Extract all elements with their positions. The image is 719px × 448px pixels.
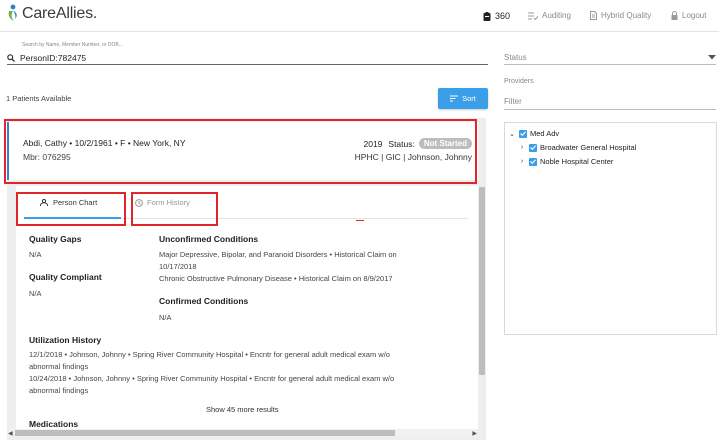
search-input[interactable]: PersonID:782475 bbox=[7, 51, 488, 65]
patient-card[interactable]: Abdi, Cathy • 10/2/1961 • F • New York, … bbox=[7, 122, 478, 180]
nav-hybrid-quality[interactable]: Hybrid Quality bbox=[590, 11, 651, 20]
logo[interactable]: CareAllies. bbox=[7, 4, 97, 23]
expand-caret-icon[interactable]: › bbox=[518, 158, 526, 165]
list-check-icon bbox=[528, 12, 538, 20]
tree-item-label: Broadwater General Hospital bbox=[540, 143, 637, 152]
checkbox-checked-icon[interactable] bbox=[529, 157, 537, 166]
card-accent-bar bbox=[7, 122, 9, 180]
vertical-scrollbar[interactable] bbox=[478, 183, 486, 428]
sort-button[interactable]: Sort bbox=[438, 88, 488, 109]
show-more-link[interactable]: Show 45 more results bbox=[206, 405, 279, 414]
patient-name-line: Abdi, Cathy • 10/2/1961 • F • New York, … bbox=[23, 138, 186, 148]
nav-logout-label: Logout bbox=[682, 11, 707, 20]
utilization-line: abnormal findings bbox=[29, 362, 89, 371]
confirmed-conditions-title: Confirmed Conditions bbox=[159, 296, 249, 306]
tab-form-history-label: Form History bbox=[147, 198, 190, 207]
quality-gaps-title: Quality Gaps bbox=[29, 234, 82, 244]
unconfirmed-conditions-title: Unconfirmed Conditions bbox=[159, 234, 259, 244]
utilization-line: 10/24/2018 • Johnson, Johnny • Spring Ri… bbox=[29, 374, 395, 383]
vertical-scroll-thumb[interactable] bbox=[479, 187, 485, 375]
tree-item-label: Noble Hospital Center bbox=[540, 157, 614, 166]
utilization-line: 12/1/2018 • Johnson, Johnny • Spring Riv… bbox=[29, 350, 390, 359]
top-bar: CareAllies. 360 Auditing Hybrid Quality … bbox=[0, 0, 719, 32]
status-badge: Not Started bbox=[418, 138, 472, 149]
patient-detail-panel: Person Chart Form History Quality Gaps N… bbox=[16, 186, 478, 430]
tree-item-med-adv[interactable]: ⌄ Med Adv bbox=[508, 129, 559, 138]
patient-status: 2019 Status: Not Started bbox=[363, 138, 472, 149]
quality-compliant-title: Quality Compliant bbox=[29, 272, 102, 282]
medications-title: Medications bbox=[29, 419, 79, 429]
collapse-caret-icon[interactable]: ⌄ bbox=[508, 130, 516, 138]
horizontal-scroll-thumb[interactable] bbox=[15, 430, 395, 436]
status-select[interactable]: Status bbox=[504, 51, 716, 65]
tree-item-broadwater[interactable]: › Broadwater General Hospital bbox=[518, 143, 636, 152]
lock-icon bbox=[671, 11, 678, 20]
nav-logout[interactable]: Logout bbox=[671, 11, 706, 20]
search-icon bbox=[7, 53, 15, 62]
search-label: Search by Name, Member Number, or DOB... bbox=[22, 42, 123, 48]
active-tab-indicator bbox=[24, 217, 121, 219]
sort-icon bbox=[450, 95, 459, 102]
filter-input[interactable]: Filter bbox=[504, 97, 716, 110]
status-label: Status: bbox=[388, 138, 415, 149]
scroll-left-arrow-icon[interactable]: ◀ bbox=[8, 430, 13, 437]
unconfirmed-item: Major Depressive, Bipolar, and Paranoid … bbox=[159, 250, 397, 259]
clock-icon bbox=[135, 198, 143, 207]
unconfirmed-item: 10/17/2018 bbox=[159, 262, 197, 271]
careallies-logo-icon bbox=[7, 4, 19, 23]
tree-item-noble[interactable]: › Noble Hospital Center bbox=[518, 157, 614, 166]
tab-person-chart-label: Person Chart bbox=[53, 198, 98, 207]
patient-org-line: HPHC | GIC | Johnson, Johnny bbox=[354, 152, 472, 162]
expand-caret-icon[interactable]: › bbox=[518, 144, 526, 151]
providers-label: Providers bbox=[504, 78, 534, 85]
nav-auditing-label: Auditing bbox=[542, 11, 571, 20]
sort-label: Sort bbox=[462, 94, 476, 103]
quality-compliant-value: N/A bbox=[29, 289, 42, 298]
horizontal-scrollbar[interactable]: ◀ ▶ bbox=[7, 429, 478, 437]
tab-marker bbox=[356, 220, 364, 221]
status-year: 2019 bbox=[363, 138, 383, 149]
app-name: CareAllies. bbox=[22, 4, 98, 22]
utilization-line: abnormal findings bbox=[29, 386, 89, 395]
checkbox-checked-icon[interactable] bbox=[529, 143, 537, 152]
nav-360[interactable]: 360 bbox=[483, 11, 510, 21]
tab-form-history[interactable]: Form History bbox=[135, 198, 190, 207]
nav-360-label: 360 bbox=[495, 11, 511, 21]
utilization-history-title: Utilization History bbox=[29, 335, 102, 345]
clipboard-icon bbox=[483, 11, 491, 21]
provider-tree: ⌄ Med Adv › Broadwater General Hospital … bbox=[504, 122, 717, 335]
tree-item-label: Med Adv bbox=[530, 129, 560, 138]
tab-person-chart[interactable]: Person Chart bbox=[40, 198, 97, 207]
unconfirmed-item: Chronic Obstructive Pulmonary Disease • … bbox=[159, 274, 393, 283]
patient-member-number: Mbr: 076295 bbox=[23, 152, 71, 162]
document-icon bbox=[590, 11, 597, 20]
scroll-right-arrow-icon[interactable]: ▶ bbox=[472, 430, 477, 437]
status-select-value: Status bbox=[504, 53, 527, 62]
patients-count: 1 Patients Available bbox=[6, 94, 72, 103]
search-value: PersonID:782475 bbox=[20, 52, 87, 63]
confirmed-conditions-value: N/A bbox=[159, 313, 172, 322]
dropdown-arrow-icon bbox=[708, 55, 716, 60]
nav-auditing[interactable]: Auditing bbox=[528, 11, 571, 20]
person-icon bbox=[40, 199, 48, 206]
checkbox-checked-icon[interactable] bbox=[519, 129, 527, 138]
quality-gaps-value: N/A bbox=[29, 250, 42, 259]
nav-hybrid-quality-label: Hybrid Quality bbox=[601, 11, 652, 20]
